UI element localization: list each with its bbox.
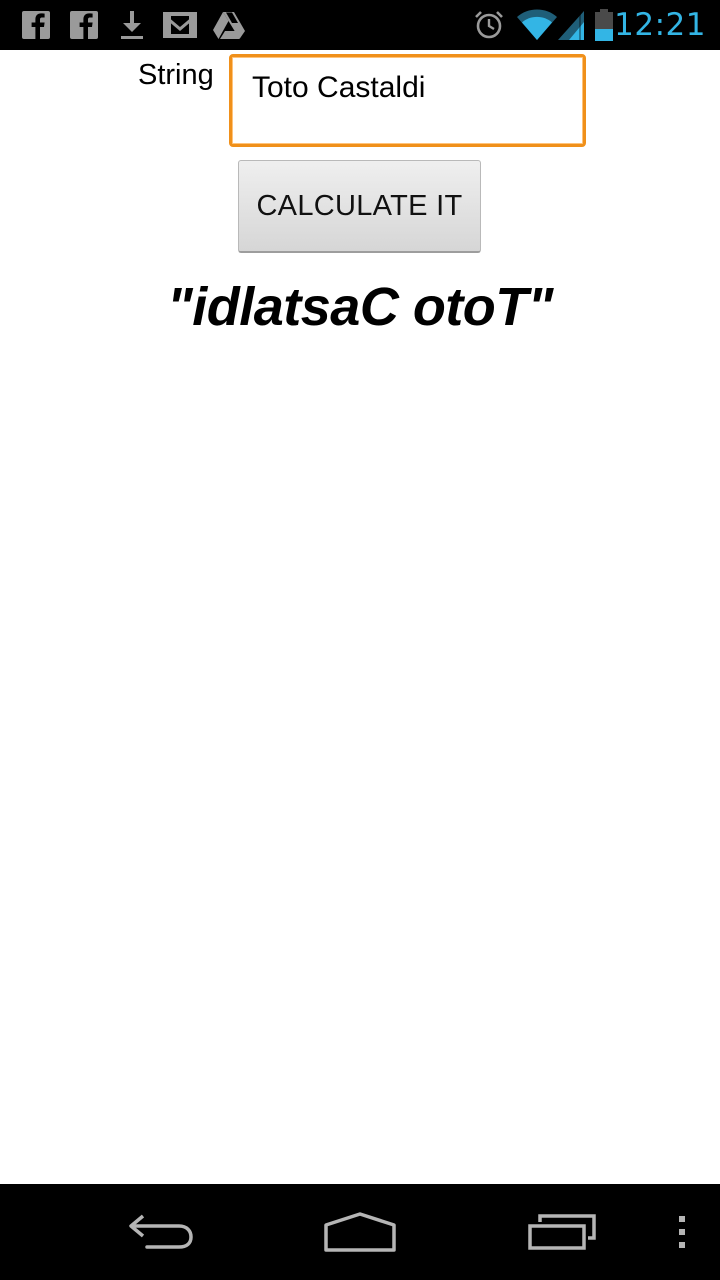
facebook-icon [20, 0, 52, 50]
recent-apps-icon[interactable] [512, 1184, 612, 1280]
string-input-value[interactable]: Toto Castaldi [252, 71, 425, 105]
string-input[interactable]: Toto Castaldi [229, 54, 586, 147]
wifi-icon [515, 0, 559, 50]
menu-icon[interactable] [664, 1184, 700, 1280]
download-icon [116, 0, 148, 50]
navigation-bar [0, 1184, 720, 1280]
string-label: String [138, 59, 214, 91]
status-clock: 12:21 [614, 7, 706, 43]
facebook-icon [68, 0, 100, 50]
back-icon[interactable] [110, 1184, 210, 1280]
app-screen: 12:21 String Toto Castaldi CALCULATE IT … [0, 0, 720, 1280]
calculate-button-label: CALCULATE IT [256, 189, 463, 222]
calculate-button[interactable]: CALCULATE IT [238, 160, 481, 253]
result-text: "idlatsaC otoT" [167, 277, 553, 337]
signal-icon [556, 0, 586, 50]
drive-icon [211, 0, 247, 50]
alarm-icon [472, 0, 506, 50]
gmail-icon [161, 0, 199, 50]
battery-icon [592, 0, 616, 50]
status-bar: 12:21 [0, 0, 720, 50]
home-icon[interactable] [310, 1184, 410, 1280]
